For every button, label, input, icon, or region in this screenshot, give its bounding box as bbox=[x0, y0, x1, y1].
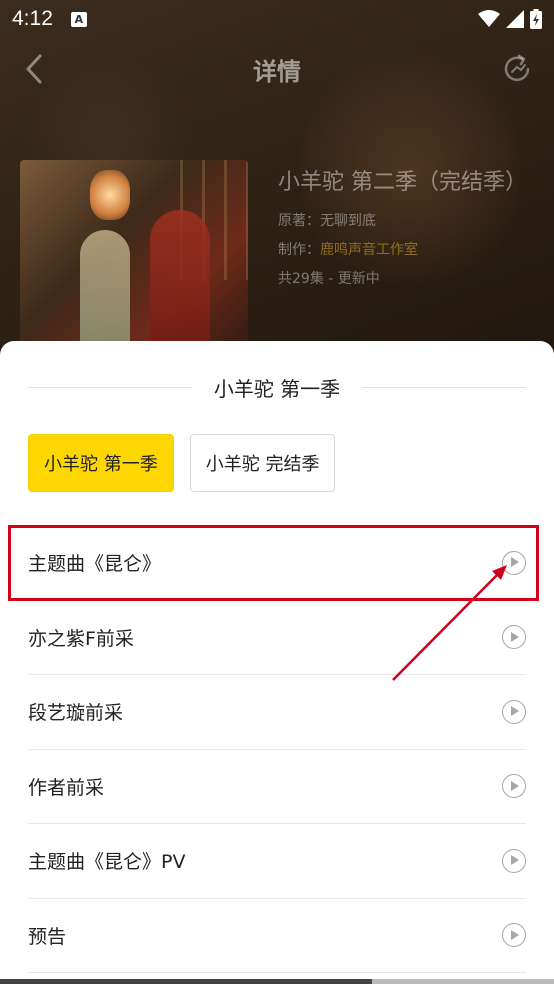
season-chip-final[interactable]: 小羊驼 完结季 bbox=[189, 434, 336, 492]
page-title: 详情 bbox=[253, 58, 301, 86]
album-producer: 制作：鹿鸣声音工作室 bbox=[278, 242, 418, 258]
signal-icon bbox=[506, 10, 524, 28]
season-selector: 小羊驼 第一季 小羊驼 完结季 bbox=[28, 434, 336, 492]
album-author: 原著：无聊到底 bbox=[278, 213, 376, 229]
track-title: 预告 bbox=[28, 925, 67, 948]
track-title: 段艺璇前采 bbox=[28, 702, 124, 725]
play-circle-icon[interactable] bbox=[502, 625, 526, 650]
track-title: 亦之紫F前采 bbox=[28, 627, 134, 650]
wifi-icon bbox=[478, 10, 500, 27]
album-title: 小羊驼 第二季（完结季） bbox=[278, 170, 527, 195]
album-episodes: 共29集 - 更新中 bbox=[278, 271, 380, 287]
track-item[interactable]: 主题曲《昆仑》 bbox=[28, 526, 526, 601]
album-cover bbox=[20, 160, 248, 360]
refresh-icon[interactable] bbox=[500, 52, 534, 86]
play-circle-icon[interactable] bbox=[502, 848, 526, 873]
season-sheet: 小羊驼 第一季 小羊驼 第一季 小羊驼 完结季 主题曲《昆仑》 亦之紫F前采 段… bbox=[0, 341, 554, 984]
divider bbox=[28, 386, 192, 388]
track-item[interactable]: 预告 bbox=[28, 899, 526, 973]
track-item[interactable]: 作者前采 bbox=[28, 750, 526, 824]
divider bbox=[362, 386, 527, 388]
play-circle-icon[interactable] bbox=[502, 923, 526, 948]
play-circle-icon[interactable] bbox=[502, 774, 526, 799]
play-circle-icon[interactable] bbox=[502, 699, 526, 724]
sheet-header: 小羊驼 第一季 bbox=[28, 373, 527, 401]
track-item[interactable]: 主题曲《昆仑》PV bbox=[28, 824, 526, 899]
track-item[interactable]: 段艺璇前采 bbox=[28, 675, 526, 750]
battery-icon bbox=[530, 9, 542, 29]
status-bar: 4:12 A bbox=[0, 0, 554, 38]
sheet-title: 小羊驼 第一季 bbox=[213, 376, 341, 401]
track-item[interactable]: 亦之紫F前采 bbox=[28, 601, 526, 675]
producer-link[interactable]: 鹿鸣声音工作室 bbox=[320, 242, 418, 258]
track-title: 主题曲《昆仑》PV bbox=[28, 851, 186, 874]
play-circle-icon[interactable] bbox=[502, 550, 526, 575]
status-time: 4:12 bbox=[12, 7, 53, 30]
track-title: 作者前采 bbox=[28, 776, 105, 799]
season-chip-first[interactable]: 小羊驼 第一季 bbox=[28, 434, 174, 492]
home-indicator bbox=[0, 979, 554, 984]
notification-icon: A bbox=[70, 11, 87, 27]
track-list: 主题曲《昆仑》 亦之紫F前采 段艺璇前采 作者前采 主题曲《昆仑》PV 预告 bbox=[28, 526, 526, 973]
track-title: 主题曲《昆仑》 bbox=[28, 553, 162, 576]
